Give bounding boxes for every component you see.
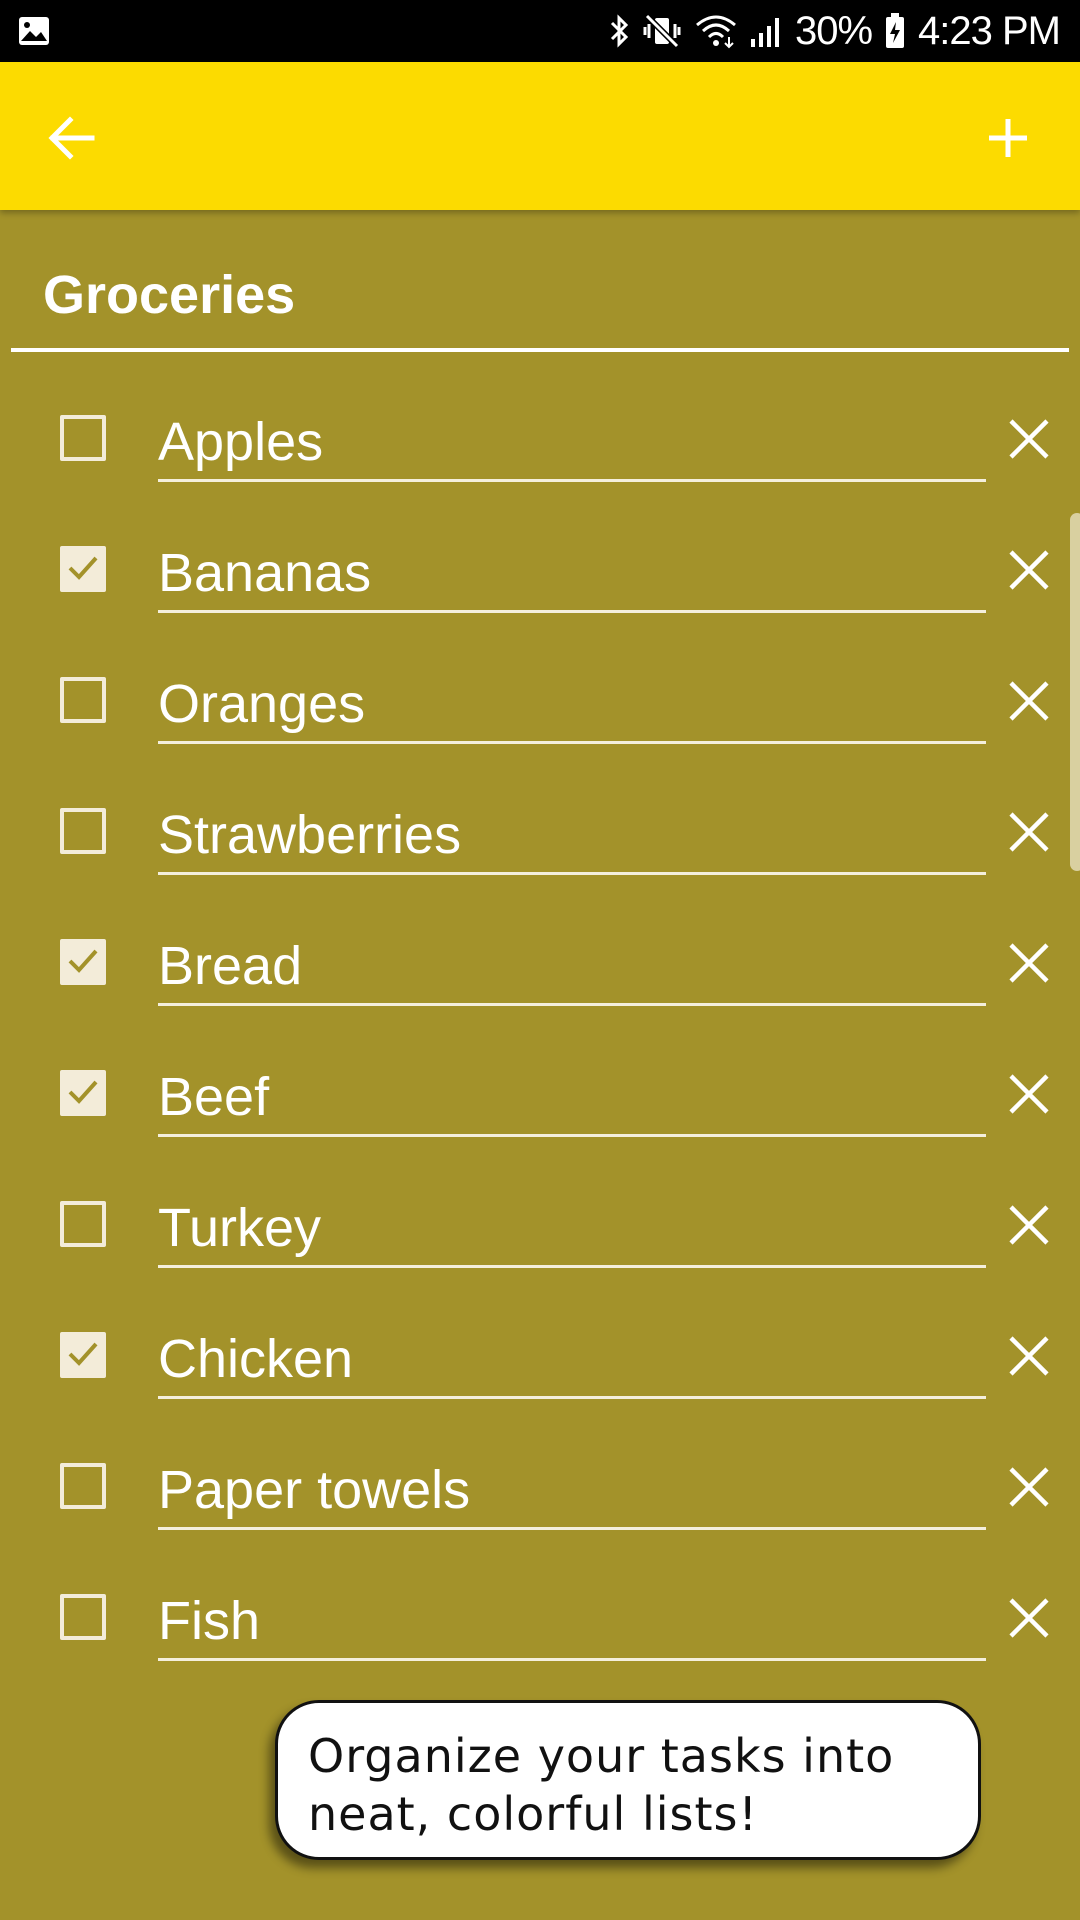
vibrate-mute-icon xyxy=(643,13,681,49)
list-item: Bananas xyxy=(0,503,1080,634)
delete-item-button[interactable] xyxy=(1000,1589,1058,1647)
list-item: Beef xyxy=(0,1027,1080,1158)
close-icon xyxy=(1009,1205,1049,1245)
checkmark-icon xyxy=(68,556,98,580)
checkmark-icon xyxy=(68,1342,98,1366)
clock: 4:23 PM xyxy=(918,8,1061,53)
close-icon xyxy=(1009,1336,1049,1376)
delete-item-button[interactable] xyxy=(1000,934,1058,992)
list-item: Oranges xyxy=(0,634,1080,765)
add-item-button[interactable] xyxy=(972,102,1044,174)
checkbox-unchecked[interactable] xyxy=(60,415,106,461)
delete-item-button[interactable] xyxy=(1000,1196,1058,1254)
item-text-field[interactable]: Turkey xyxy=(158,1196,986,1260)
list-item: Apples xyxy=(0,372,1080,503)
checkmark-icon xyxy=(68,949,98,973)
delete-item-button[interactable] xyxy=(1000,410,1058,468)
item-underline xyxy=(158,1396,986,1399)
close-icon xyxy=(1009,1598,1049,1638)
list-item: Paper towels xyxy=(0,1420,1080,1551)
back-button[interactable] xyxy=(36,102,108,174)
checkbox-unchecked[interactable] xyxy=(60,1463,106,1509)
checkbox-checked[interactable] xyxy=(60,1070,106,1116)
item-text-field[interactable]: Chicken xyxy=(158,1327,986,1391)
checkbox-unchecked[interactable] xyxy=(60,1201,106,1247)
close-icon xyxy=(1009,943,1049,983)
item-underline xyxy=(158,1134,986,1137)
battery-percent: 30% xyxy=(794,8,873,53)
status-bar: 30% 4:23 PM xyxy=(0,0,1080,62)
item-text-field[interactable]: Bread xyxy=(158,934,986,998)
close-icon xyxy=(1009,812,1049,852)
item-underline xyxy=(158,1003,986,1006)
item-underline xyxy=(158,1527,986,1530)
scrollbar[interactable] xyxy=(1070,513,1080,871)
list-item: Chicken xyxy=(0,1289,1080,1420)
list-item: Fish xyxy=(0,1551,1080,1682)
promo-bubble: Organize your tasks into neat, colorful … xyxy=(275,1700,981,1860)
item-text-field[interactable]: Paper towels xyxy=(158,1458,986,1522)
checkbox-checked[interactable] xyxy=(60,1332,106,1378)
list-title[interactable]: Groceries xyxy=(43,262,295,328)
checkbox-unchecked[interactable] xyxy=(60,808,106,854)
checkbox-checked[interactable] xyxy=(60,546,106,592)
item-underline xyxy=(158,741,986,744)
item-text-field[interactable]: Bananas xyxy=(158,541,986,605)
delete-item-button[interactable] xyxy=(1000,1327,1058,1385)
close-icon xyxy=(1009,419,1049,459)
toolbar xyxy=(0,62,1080,210)
item-underline xyxy=(158,1658,986,1661)
signal-icon xyxy=(750,18,779,47)
item-underline xyxy=(158,872,986,875)
item-text-field[interactable]: Fish xyxy=(158,1589,986,1653)
checkmark-icon xyxy=(68,1080,98,1104)
promo-line-1: Organize your tasks into xyxy=(308,1729,895,1783)
item-text-field[interactable]: Strawberries xyxy=(158,803,986,867)
delete-item-button[interactable] xyxy=(1000,1065,1058,1123)
close-icon xyxy=(1009,550,1049,590)
list-item: Bread xyxy=(0,896,1080,1027)
title-divider xyxy=(11,348,1069,352)
item-list: Apples Bananas Oranges Strawberries Bread Bee… xyxy=(0,372,1080,1682)
checkbox-unchecked[interactable] xyxy=(60,1594,106,1640)
close-icon xyxy=(1009,681,1049,721)
item-text-field[interactable]: Apples xyxy=(158,410,986,474)
bluetooth-icon xyxy=(610,14,629,48)
item-underline xyxy=(158,479,986,482)
close-icon xyxy=(1009,1074,1049,1114)
delete-item-button[interactable] xyxy=(1000,672,1058,730)
status-right: 30% 4:23 PM xyxy=(609,0,1061,62)
list-item: Turkey xyxy=(0,1158,1080,1289)
plus-icon xyxy=(989,119,1027,157)
gallery-icon xyxy=(19,17,49,45)
item-underline xyxy=(158,1265,986,1268)
delete-item-button[interactable] xyxy=(1000,541,1058,599)
list-item: Strawberries xyxy=(0,765,1080,896)
close-icon xyxy=(1009,1467,1049,1507)
checkbox-unchecked[interactable] xyxy=(60,677,106,723)
item-underline xyxy=(158,610,986,613)
battery-icon xyxy=(886,13,905,48)
item-text-field[interactable]: Oranges xyxy=(158,672,986,736)
checkbox-checked[interactable] xyxy=(60,939,106,985)
wifi-icon xyxy=(696,15,736,49)
arrow-left-icon xyxy=(48,116,95,160)
delete-item-button[interactable] xyxy=(1000,1458,1058,1516)
item-text-field[interactable]: Beef xyxy=(158,1065,986,1129)
delete-item-button[interactable] xyxy=(1000,803,1058,861)
promo-line-2: neat, colorful lists! xyxy=(308,1787,758,1841)
